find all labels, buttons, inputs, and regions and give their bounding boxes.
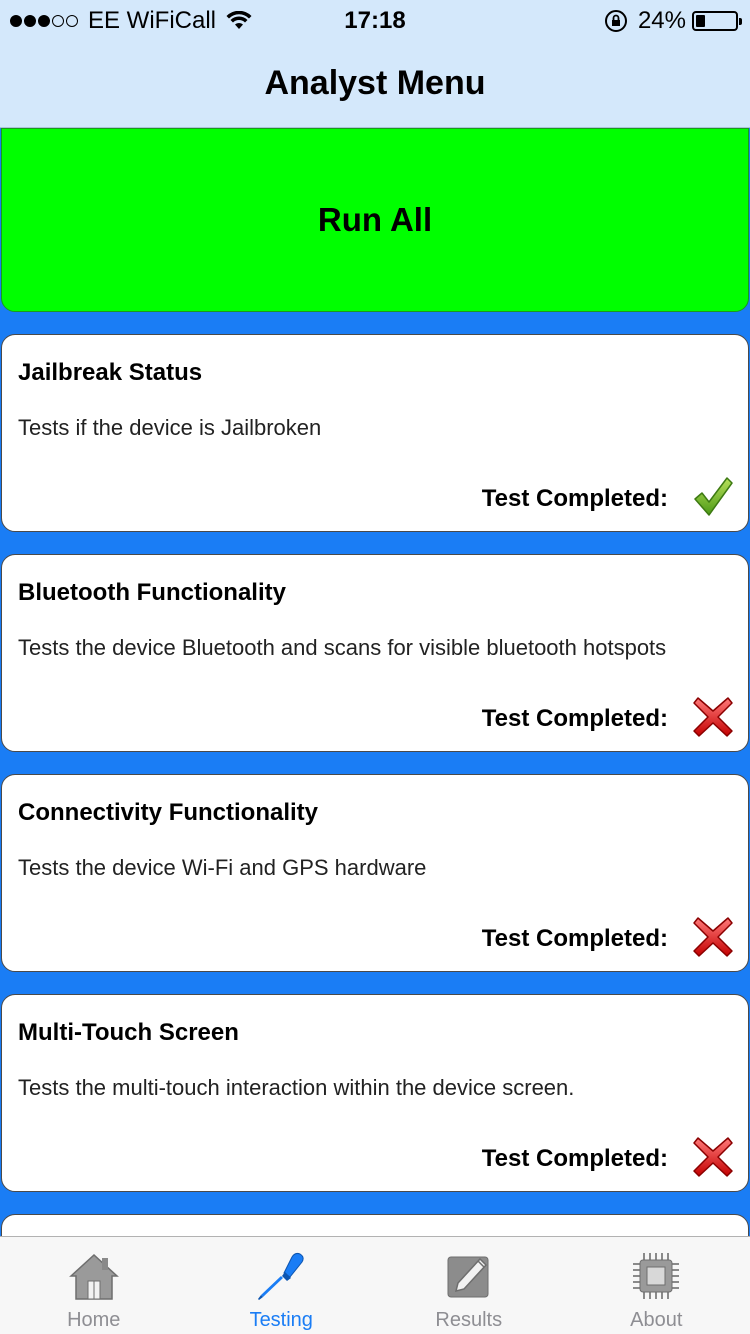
test-description: Tests the device Bluetooth and scans for… <box>18 635 667 660</box>
test-title: Jailbreak Status <box>18 359 203 386</box>
test-title: Bluetooth Functionality <box>18 579 286 606</box>
tab-testing[interactable]: Testing <box>188 1237 376 1334</box>
cross-icon <box>693 1137 733 1177</box>
screwdriver-icon <box>258 1252 304 1300</box>
test-description: Tests the multi-touch interaction within… <box>18 1075 575 1100</box>
status-bar: EE WiFiCall 17:18 24% <box>0 0 750 40</box>
test-completed-label: Test Completed: <box>481 925 668 952</box>
cross-icon <box>693 917 733 957</box>
battery-percentage: 24% <box>637 7 686 34</box>
test-title: Connectivity Functionality <box>18 799 319 826</box>
battery-icon <box>692 11 742 31</box>
test-title: Multi-Touch Screen <box>18 1019 239 1046</box>
tab-label: Home <box>67 1309 121 1331</box>
tab-label: Testing <box>249 1309 313 1331</box>
tab-label: About <box>630 1309 683 1331</box>
check-icon <box>694 477 733 516</box>
tab-bar: Home Testing Results About <box>0 1236 750 1334</box>
tab-home[interactable]: Home <box>0 1237 188 1334</box>
tab-about[interactable]: About <box>563 1237 750 1334</box>
test-completed-label: Test Completed: <box>481 1145 668 1172</box>
test-card-bluetooth[interactable]: Bluetooth Functionality Tests the device… <box>1 554 749 752</box>
test-description: Tests if the device is Jailbroken <box>18 415 322 440</box>
rotation-lock-icon <box>604 10 627 32</box>
tab-label: Results <box>435 1309 503 1331</box>
test-description: Tests the device Wi-Fi and GPS hardware <box>18 855 427 880</box>
edit-icon <box>447 1256 489 1298</box>
tab-results[interactable]: Results <box>375 1237 563 1334</box>
test-completed-label: Test Completed: <box>481 485 668 512</box>
cross-icon <box>693 697 733 737</box>
test-completed-label: Test Completed: <box>481 705 668 732</box>
test-card-connectivity[interactable]: Connectivity Functionality Tests the dev… <box>1 774 749 972</box>
page-title: Analyst Menu <box>264 64 486 102</box>
home-icon <box>68 1253 119 1300</box>
navigation-bar: EE WiFiCall 17:18 24% Analyst Menu <box>0 0 750 128</box>
test-card-multitouch[interactable]: Multi-Touch Screen Tests the multi-touch… <box>1 994 749 1192</box>
run-all-button[interactable]: Run All <box>1 128 749 312</box>
chip-icon <box>633 1253 680 1299</box>
test-card-jailbreak[interactable]: Jailbreak Status Tests if the device is … <box>1 334 749 532</box>
